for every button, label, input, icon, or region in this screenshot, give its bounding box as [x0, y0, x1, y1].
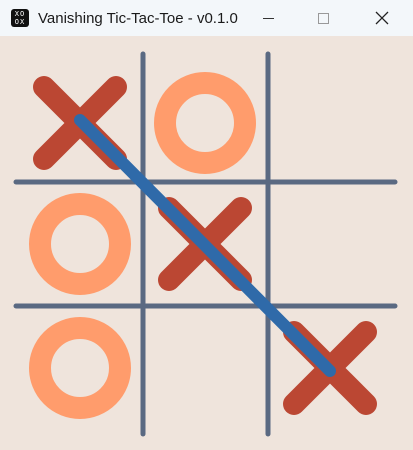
maximize-icon	[317, 12, 329, 24]
icon-glyph-top: XO	[14, 10, 26, 18]
board-cell[interactable]	[268, 182, 393, 306]
tic-tac-toe-app-icon: XO OX	[11, 9, 29, 27]
game-board[interactable]	[0, 36, 413, 450]
minimize-icon	[262, 17, 274, 19]
close-icon	[375, 11, 389, 25]
board-cell[interactable]	[268, 56, 393, 182]
game-window: XO OX Vanishing Tic-Tac-Toe - v0.1.0	[0, 0, 413, 450]
close-button[interactable]	[359, 0, 405, 36]
window-title: Vanishing Tic-Tac-Toe - v0.1.0	[38, 10, 238, 27]
maximize-button	[300, 0, 346, 36]
minimize-button[interactable]	[245, 0, 291, 36]
icon-glyph-bottom: OX	[14, 18, 26, 26]
board-cell[interactable]	[143, 306, 268, 434]
title-bar[interactable]: XO OX Vanishing Tic-Tac-Toe - v0.1.0	[0, 0, 413, 36]
